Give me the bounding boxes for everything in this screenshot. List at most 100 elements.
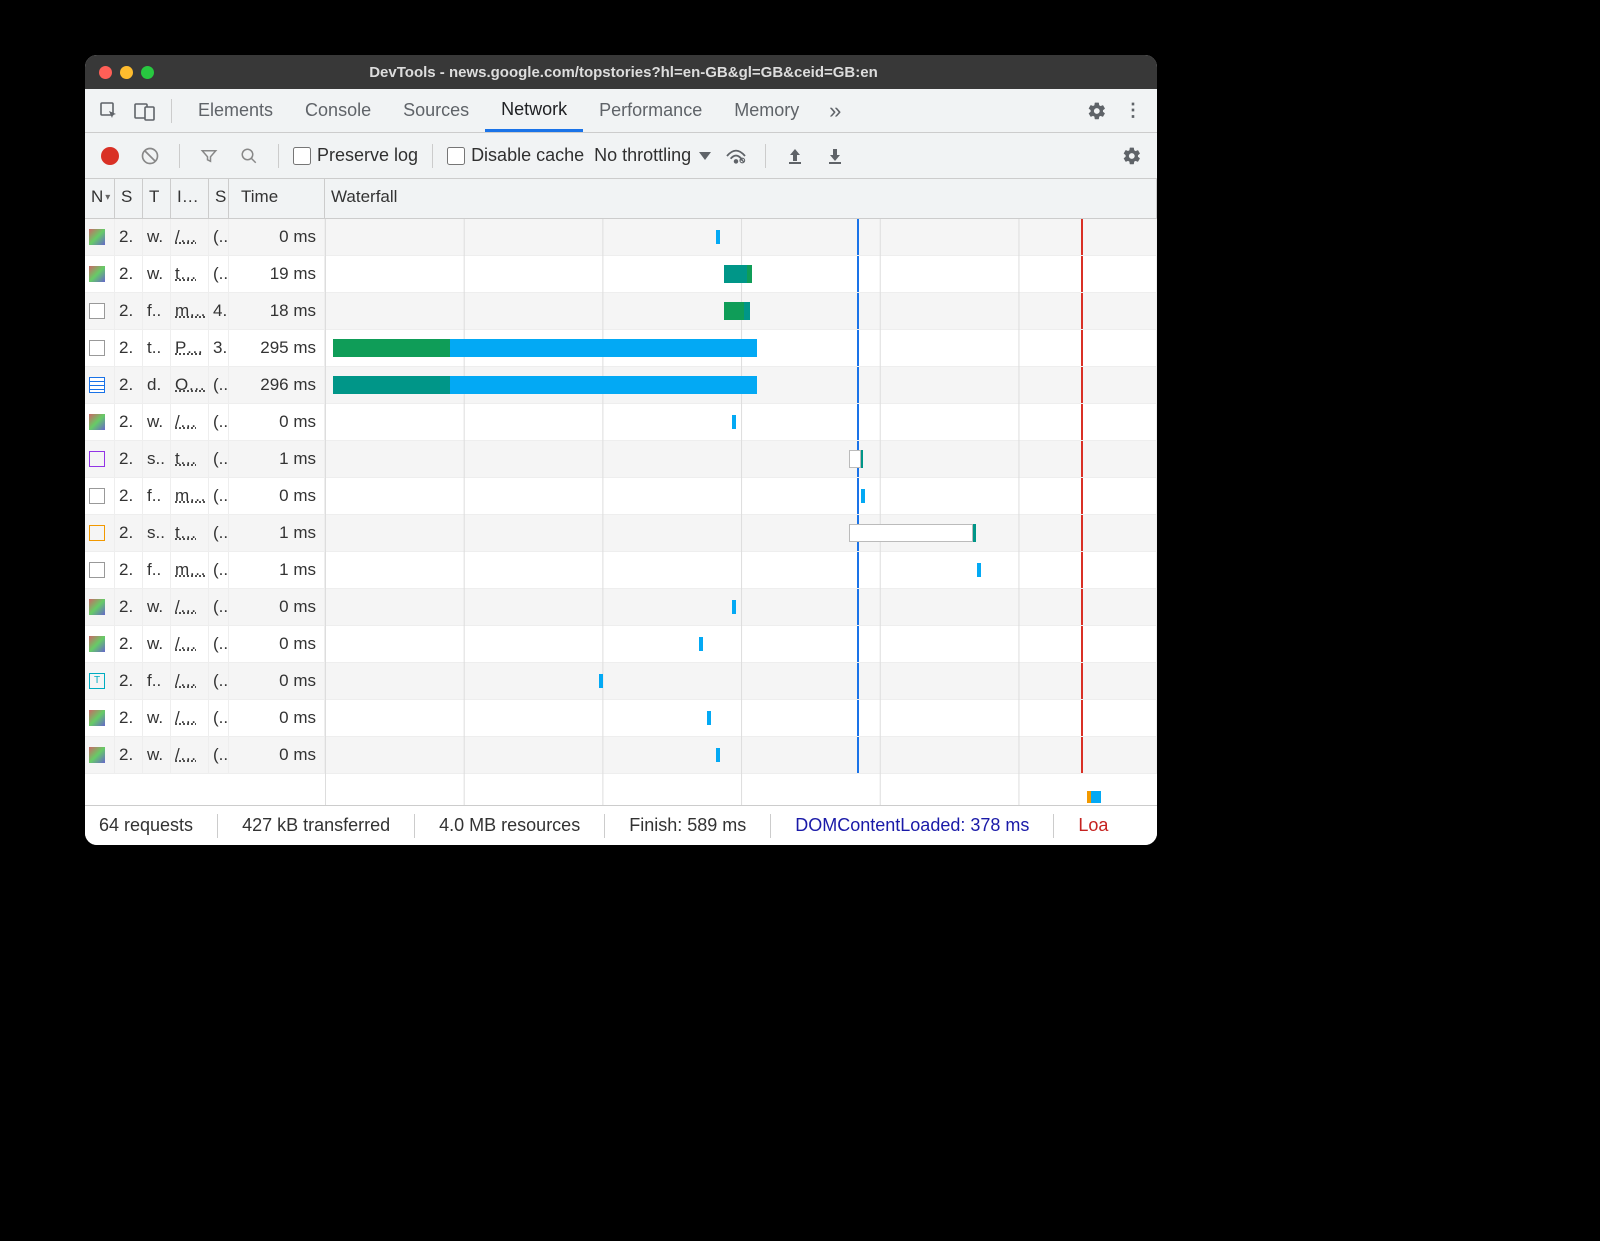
cell-time: 0 ms [229,589,325,625]
cell-name [85,367,115,403]
cell-type: t.. [143,330,171,366]
table-row[interactable]: 2.f..m…(..1 ms [85,552,1157,589]
load-marker [1081,515,1083,551]
waterfall-bar [849,524,976,542]
panel-tabs: ElementsConsoleSourcesNetworkPerformance… [85,89,1157,133]
load-marker [1081,589,1083,625]
table-row[interactable]: 2.d.O…(..296 ms [85,367,1157,404]
cell-initiator: m… [171,293,209,329]
header-time[interactable]: Time [229,179,325,218]
cell-time: 18 ms [229,293,325,329]
cell-waterfall [325,330,1157,366]
table-row[interactable]: 2.w./…(..0 ms [85,700,1157,737]
waterfall-bar [333,339,757,357]
cell-waterfall [325,367,1157,403]
table-row[interactable]: 2.f..m…(..0 ms [85,478,1157,515]
table-row[interactable]: 2.f..m…4.18 ms [85,293,1157,330]
header-status[interactable]: S [115,179,143,218]
cell-initiator: m… [171,552,209,588]
cell-time: 19 ms [229,256,325,292]
waterfall-tick [977,563,981,577]
table-row[interactable]: 2.w./…(..0 ms [85,589,1157,626]
tab-console[interactable]: Console [289,89,387,132]
table-row[interactable]: T2.f../…(..0 ms [85,663,1157,700]
cell-status: 2. [115,589,143,625]
cell-status: 2. [115,256,143,292]
tab-elements[interactable]: Elements [182,89,289,132]
cell-type: w. [143,737,171,773]
cell-size: (.. [209,589,229,625]
cell-size: (.. [209,441,229,477]
cell-size: (.. [209,367,229,403]
separator [171,99,172,123]
download-har-icon[interactable] [820,141,850,171]
settings-icon[interactable] [1081,95,1113,127]
record-button[interactable] [95,141,125,171]
header-type[interactable]: T [143,179,171,218]
tab-network[interactable]: Network [485,89,583,132]
cell-size: (.. [209,256,229,292]
waterfall-tick [732,600,736,614]
load-marker [1081,478,1083,514]
network-conditions-icon[interactable] [721,141,751,171]
domcontent-marker [857,219,859,255]
disable-cache-label: Disable cache [471,145,584,166]
dropdown-caret-icon[interactable] [699,152,711,160]
tab-memory[interactable]: Memory [718,89,815,132]
table-row[interactable]: 2.w./…(..0 ms [85,404,1157,441]
domcontent-marker [857,626,859,662]
header-initiator[interactable]: I… [171,179,209,218]
table-row[interactable]: 2.s..t…(..1 ms [85,441,1157,478]
load-marker [1081,626,1083,662]
panel-settings-icon[interactable] [1117,141,1147,171]
titlebar: DevTools - news.google.com/topstories?hl… [85,55,1157,89]
cell-status: 2. [115,293,143,329]
header-size[interactable]: S [209,179,229,218]
device-toggle-icon[interactable] [129,95,161,127]
cell-waterfall [325,700,1157,736]
load-marker [1081,404,1083,440]
cell-initiator: t… [171,515,209,551]
cell-waterfall [325,552,1157,588]
cell-status: 2. [115,663,143,699]
table-row[interactable]: 2.w.t…(..19 ms [85,256,1157,293]
cell-size: (.. [209,626,229,662]
tab-sources[interactable]: Sources [387,89,485,132]
cell-type: w. [143,256,171,292]
filter-icon[interactable] [194,141,224,171]
domcontent-marker [857,700,859,736]
table-row[interactable]: 2.w./…(..0 ms [85,737,1157,774]
status-resources: 4.0 MB resources [439,815,580,836]
kebab-menu-icon[interactable]: ⋮ [1117,95,1149,127]
cell-name [85,293,115,329]
disable-cache-checkbox[interactable]: Disable cache [447,145,584,166]
domcontent-marker [857,552,859,588]
cell-type: w. [143,626,171,662]
table-row[interactable]: 2.s..t…(..1 ms [85,515,1157,552]
cell-initiator: /… [171,626,209,662]
preserve-log-checkbox[interactable]: Preserve log [293,145,418,166]
table-row[interactable]: 2.t..P…3.295 ms [85,330,1157,367]
cell-type: f.. [143,552,171,588]
search-icon[interactable] [234,141,264,171]
separator [179,144,180,168]
waterfall-tick [861,489,865,503]
clear-button[interactable] [135,141,165,171]
network-toolbar: Preserve log Disable cache No throttling [85,133,1157,179]
cell-type: w. [143,219,171,255]
select-element-icon[interactable] [93,95,125,127]
throttling-dropdown[interactable]: No throttling [594,145,691,166]
upload-har-icon[interactable] [780,141,810,171]
cell-size: (.. [209,478,229,514]
cell-name [85,737,115,773]
cell-waterfall [325,293,1157,329]
header-name[interactable]: N [85,179,115,218]
table-row[interactable]: 2.w./…(..0 ms [85,219,1157,256]
preserve-log-label: Preserve log [317,145,418,166]
tab-performance[interactable]: Performance [583,89,718,132]
cell-type: s.. [143,515,171,551]
more-tabs-icon[interactable]: » [819,95,851,127]
header-waterfall[interactable]: Waterfall [325,179,1157,218]
status-load: Loa [1078,815,1108,836]
table-row[interactable]: 2.w./…(..0 ms [85,626,1157,663]
